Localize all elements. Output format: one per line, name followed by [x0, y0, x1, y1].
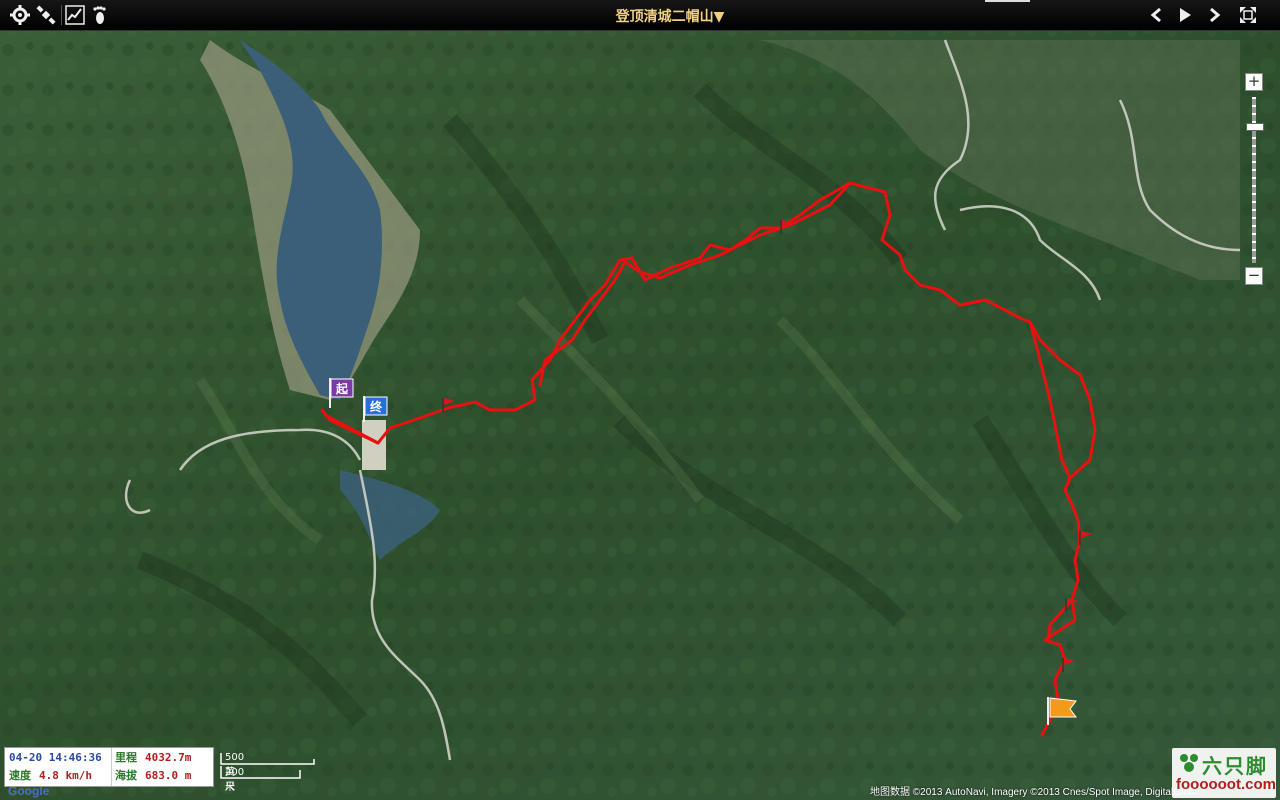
- settings-icon[interactable]: [8, 3, 32, 27]
- distance-label: 里程: [115, 751, 137, 764]
- speed-label: 速度: [9, 769, 31, 782]
- altitude-value: 683.0 m: [145, 769, 192, 782]
- zoom-slider-handle[interactable]: [1246, 123, 1264, 131]
- prev-icon[interactable]: [1144, 3, 1168, 27]
- finish-marker-label: 终: [370, 399, 383, 414]
- scale-metric: 200 米: [225, 767, 245, 793]
- zoom-out-button[interactable]: −: [1245, 267, 1263, 285]
- top-strip: [985, 0, 1030, 2]
- zoom-in-button[interactable]: +: [1245, 73, 1263, 91]
- dam: [362, 420, 386, 470]
- track-title-dropdown[interactable]: 登顶清城二帽山▼: [560, 6, 780, 26]
- zoom-track[interactable]: [1252, 97, 1256, 263]
- map-credit: 地图数据 ©2013 AutoNavi, Imagery ©2013 Cnes/…: [870, 787, 1200, 798]
- start-marker-label: 起: [335, 381, 349, 396]
- fullscreen-icon[interactable]: [1236, 3, 1260, 27]
- logo-en: foooooot.com: [1176, 776, 1276, 793]
- speed-value: 4.8 km/h: [39, 769, 92, 782]
- satellite-icon[interactable]: [34, 3, 58, 27]
- distance-value: 4032.7m: [145, 751, 192, 764]
- satellite-map[interactable]: 起 终 + −: [0, 30, 1280, 800]
- chevron-down-icon: ▼: [713, 9, 725, 25]
- footprint-icon[interactable]: [87, 3, 111, 27]
- foooooot-logo[interactable]: 六只脚 foooooot.com: [1172, 748, 1276, 798]
- track-chart-icon[interactable]: [63, 3, 87, 27]
- zoom-control: + −: [1245, 73, 1264, 287]
- track-title: 登顶清城二帽山: [615, 9, 714, 25]
- altitude-label: 海拔: [115, 769, 137, 782]
- play-icon[interactable]: [1173, 3, 1197, 27]
- logo-cn: 六只脚: [1202, 754, 1268, 778]
- top-toolbar: 登顶清城二帽山▼: [0, 0, 1280, 31]
- footprint-logo-icon: [1180, 754, 1198, 772]
- next-icon[interactable]: [1203, 3, 1227, 27]
- track-info-panel: 04-20 14:46:36 里程 4032.7m 速度 4.8 km/h 海拔…: [4, 747, 214, 787]
- track-time: 04-20 14:46:36: [9, 751, 102, 764]
